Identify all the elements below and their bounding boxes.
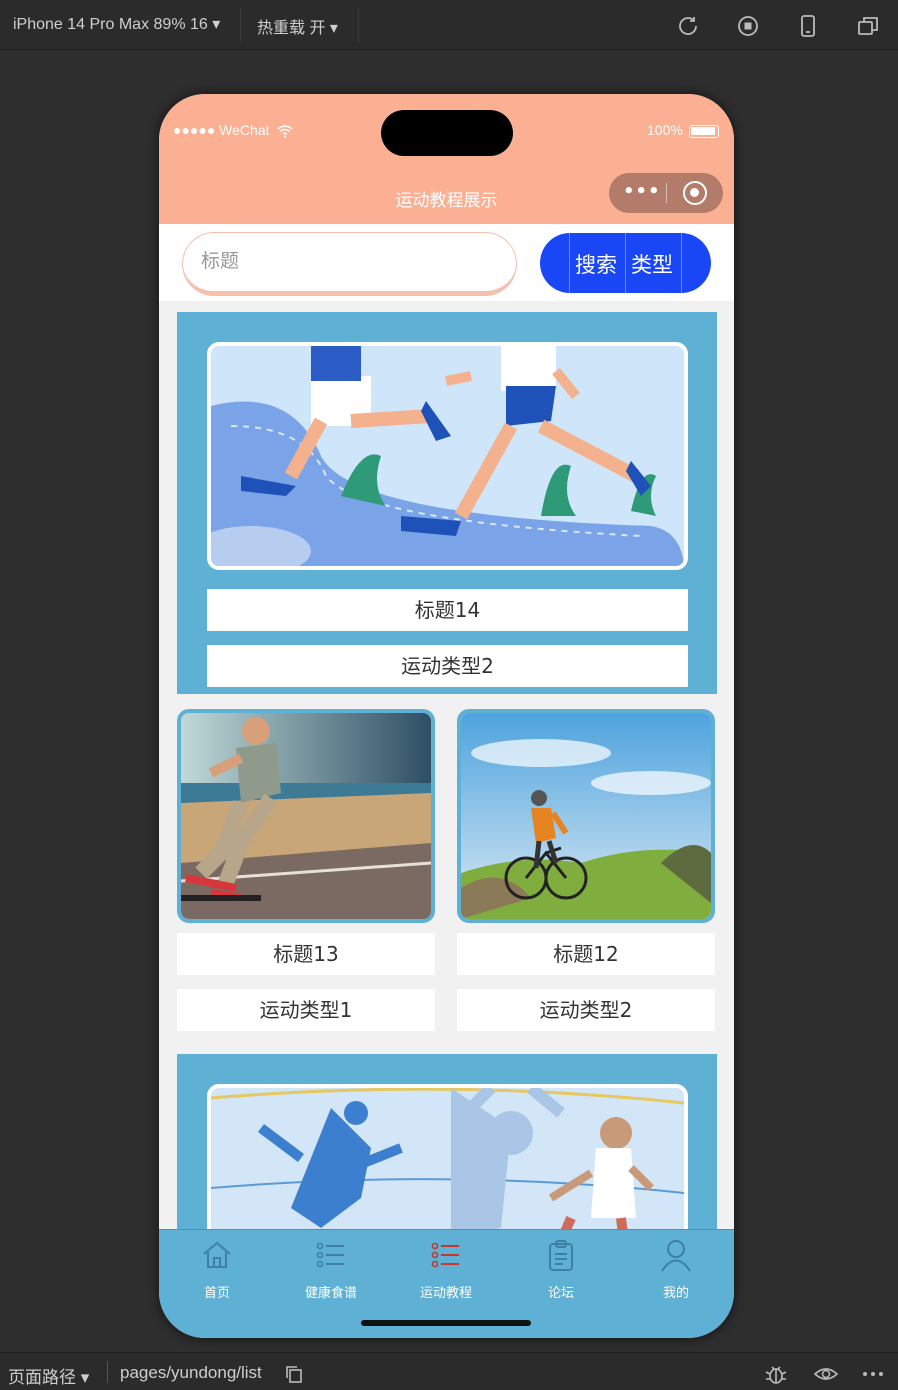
tab-tutorials[interactable]: 运动教程 [396, 1238, 496, 1301]
running-illustration-image [207, 342, 688, 570]
tab-forum[interactable]: 论坛 [511, 1238, 611, 1301]
skateboarder-photo [177, 709, 435, 923]
button-divider [625, 233, 626, 293]
tab-label: 我的 [662, 1286, 689, 1301]
tab-label: 论坛 [547, 1286, 574, 1301]
carrier-label: ●●●●● WeChat [173, 122, 270, 138]
devtools-statusbar: 页面路径 ▾ pages/yundong/list [0, 1352, 898, 1390]
tab-home[interactable]: 首页 [167, 1238, 267, 1301]
item-title: 标题14 [207, 589, 688, 631]
tab-profile[interactable]: 我的 [626, 1238, 726, 1301]
item-title: 标题12 [457, 933, 715, 975]
capsule-divider [666, 183, 667, 203]
list-item[interactable]: 标题12 运动类型2 [457, 709, 715, 1039]
item-title: 标题13 [177, 933, 435, 975]
list-item[interactable] [177, 1054, 717, 1231]
button-divider [569, 233, 570, 293]
tab-label: 健康食谱 [304, 1286, 357, 1301]
list-content: 标题14 运动类型2 标题13 运动类型1 标题12 运动类型2 [159, 301, 734, 1231]
type-button[interactable]: 类型 [631, 249, 673, 279]
list-item[interactable]: 标题13 运动类型1 [177, 709, 435, 1039]
list-item[interactable]: 标题14 运动类型2 [177, 312, 717, 694]
list-active-icon [431, 1242, 459, 1268]
home-indicator [361, 1320, 531, 1326]
tab-bar: 首页 健康食谱 运动教程 论坛 我的 [159, 1229, 734, 1338]
search-input[interactable]: 标题 [182, 232, 517, 296]
wifi-icon [277, 125, 293, 138]
more-icon[interactable]: ••• [623, 183, 661, 201]
refresh-icon[interactable] [676, 14, 700, 38]
tab-label: 运动教程 [419, 1286, 472, 1301]
item-type: 运动类型2 [207, 645, 688, 687]
clipboard-icon [549, 1240, 573, 1271]
list-icon [316, 1242, 344, 1268]
statusbar-divider [107, 1361, 108, 1383]
window-icon[interactable] [856, 14, 880, 38]
tab-label: 首页 [203, 1286, 230, 1301]
search-button[interactable]: 搜索 [575, 249, 617, 279]
stop-icon[interactable] [736, 14, 760, 38]
search-row: 标题 搜索 类型 [159, 224, 734, 301]
close-target-icon[interactable] [683, 181, 707, 205]
copy-icon[interactable] [285, 1365, 303, 1383]
athletes-illustration-image [207, 1084, 688, 1231]
page-path-label[interactable]: 页面路径 ▾ [8, 1363, 89, 1388]
devtools-toolbar: iPhone 14 Pro Max 89% 16 ▾ 热重载 开 ▾ [0, 0, 898, 50]
user-icon [661, 1240, 691, 1272]
page-path-value: pages/yundong/list [120, 1363, 262, 1382]
item-type: 运动类型1 [177, 989, 435, 1031]
phone-simulator: ●●●●● WeChat 100% 运动教程展示 ••• 标题 搜索 类型 标题… [159, 94, 734, 1338]
button-divider [681, 233, 682, 293]
more-icon[interactable] [862, 1371, 884, 1377]
eye-icon[interactable] [814, 1365, 838, 1383]
item-type: 运动类型2 [457, 989, 715, 1031]
toolbar-divider [358, 8, 359, 42]
phone-icon[interactable] [796, 14, 820, 38]
cyclist-photo [457, 709, 715, 923]
home-icon [203, 1241, 231, 1268]
nav-header: ●●●●● WeChat 100% 运动教程展示 ••• [159, 94, 734, 224]
toolbar-divider [240, 8, 241, 42]
dynamic-island [381, 110, 513, 156]
device-selector[interactable]: iPhone 14 Pro Max 89% 16 ▾ [13, 14, 220, 34]
battery-percent: 100% [647, 122, 683, 138]
menu-capsule[interactable]: ••• [609, 173, 723, 213]
search-button-group: 搜索 类型 [540, 233, 711, 293]
hot-reload-toggle[interactable]: 热重载 开 ▾ [257, 14, 338, 38]
battery-icon [689, 125, 719, 138]
tab-recipes[interactable]: 健康食谱 [281, 1238, 381, 1301]
bug-icon[interactable] [764, 1363, 788, 1385]
